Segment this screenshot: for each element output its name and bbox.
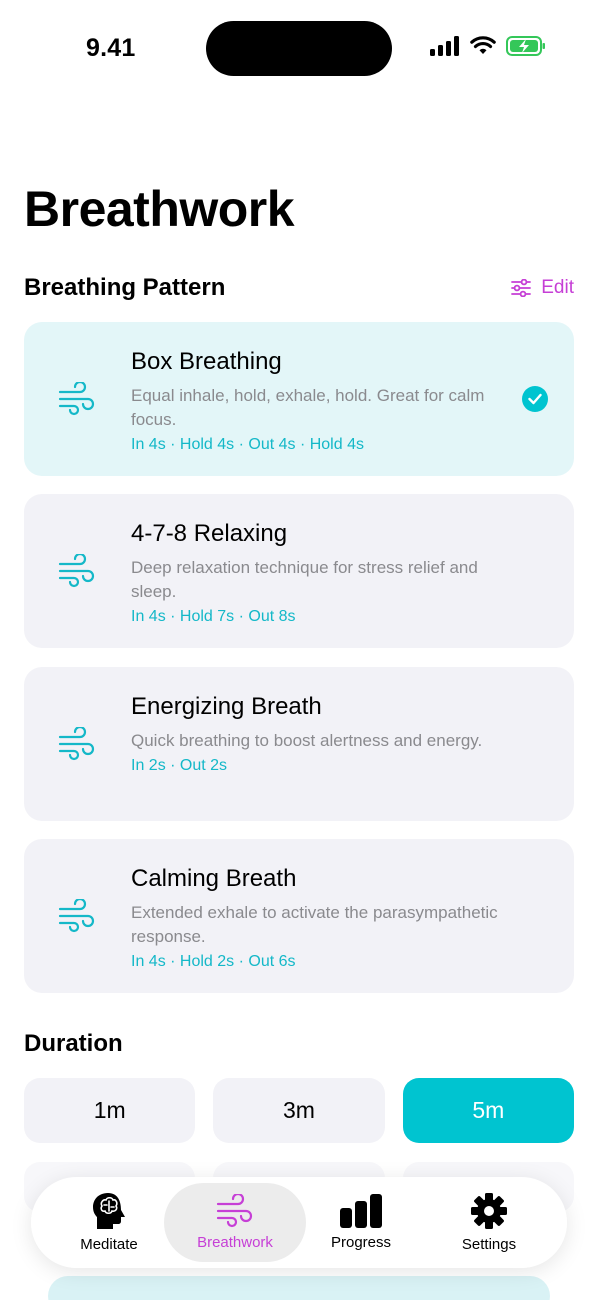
- duration-option-1m[interactable]: 1m: [24, 1078, 196, 1143]
- duration-section-title: Duration: [24, 1030, 123, 1057]
- edit-label: Edit: [541, 277, 574, 298]
- status-time: 9.41: [86, 34, 136, 62]
- pattern-section-title: Breathing Pattern: [24, 274, 226, 301]
- duration-section-header: Duration: [24, 1030, 574, 1058]
- wind-icon: [216, 1194, 253, 1228]
- pattern-description: Equal inhale, hold, exhale, hold. Great …: [131, 386, 485, 429]
- battery-charging-icon: [506, 36, 545, 56]
- dynamic-island: [206, 21, 392, 76]
- start-button-partial[interactable]: [48, 1276, 550, 1300]
- wind-icon: [58, 727, 95, 761]
- pattern-section-header: Breathing Pattern Edit: [24, 274, 574, 302]
- duration-options: 1m 3m 5m: [24, 1078, 574, 1143]
- wind-icon: [58, 382, 95, 416]
- status-icons: [430, 36, 546, 56]
- duration-option-3m[interactable]: 3m: [213, 1078, 385, 1143]
- head-brain-icon: [93, 1193, 125, 1229]
- wind-icon: [58, 899, 95, 933]
- tab-label: Breathwork: [197, 1234, 273, 1251]
- cellular-signal-icon: [430, 36, 459, 56]
- pattern-name: Energizing Breath: [131, 693, 322, 720]
- tab-meditate[interactable]: Meditate: [43, 1183, 175, 1262]
- pattern-description: Quick breathing to boost alertness and e…: [131, 731, 483, 750]
- tab-progress[interactable]: Progress: [295, 1183, 427, 1262]
- pattern-description: Extended exhale to activate the parasymp…: [131, 903, 498, 946]
- duration-option-5m[interactable]: 5m: [402, 1078, 574, 1143]
- pattern-timing: In 4s · Hold 4s · Out 4s · Hold 4s: [131, 436, 364, 453]
- pattern-timing: In 4s · Hold 7s · Out 8s: [131, 608, 296, 625]
- pattern-name: Calming Breath: [131, 865, 297, 892]
- tab-breathwork[interactable]: Breathwork: [164, 1183, 306, 1262]
- wifi-icon: [470, 36, 496, 54]
- selected-check-icon: [522, 386, 548, 412]
- tab-settings[interactable]: Settings: [423, 1183, 555, 1262]
- pattern-name: Box Breathing: [131, 348, 282, 375]
- pattern-card-4-7-8-relaxing[interactable]: 4-7-8 Relaxing Deep relaxation technique…: [24, 494, 574, 648]
- pattern-timing: In 2s · Out 2s: [131, 757, 228, 774]
- wind-icon: [58, 554, 95, 588]
- page-title: Breathwork: [24, 181, 295, 237]
- tab-label: Settings: [461, 1236, 517, 1253]
- sliders-icon: [511, 279, 532, 297]
- status-bar: 9.41: [0, 0, 598, 96]
- pattern-card-box-breathing[interactable]: Box Breathing Equal inhale, hold, exhale…: [24, 322, 574, 476]
- tab-label: Progress: [330, 1234, 392, 1251]
- pattern-card-energizing-breath[interactable]: Energizing Breath Quick breathing to boo…: [24, 667, 574, 821]
- pattern-description: Deep relaxation technique for stress rel…: [131, 558, 478, 601]
- pattern-timing: In 4s · Hold 2s · Out 6s: [131, 953, 296, 970]
- tab-label: Meditate: [80, 1236, 138, 1253]
- pattern-card-calming-breath[interactable]: Calming Breath Extended exhale to activa…: [24, 839, 574, 993]
- pattern-name: 4-7-8 Relaxing: [131, 520, 288, 547]
- bar-chart-icon: [340, 1194, 382, 1228]
- edit-button[interactable]: Edit: [511, 277, 574, 299]
- tab-bar: Meditate Breathwork Progress Settings: [31, 1177, 567, 1268]
- gear-icon: [471, 1193, 507, 1229]
